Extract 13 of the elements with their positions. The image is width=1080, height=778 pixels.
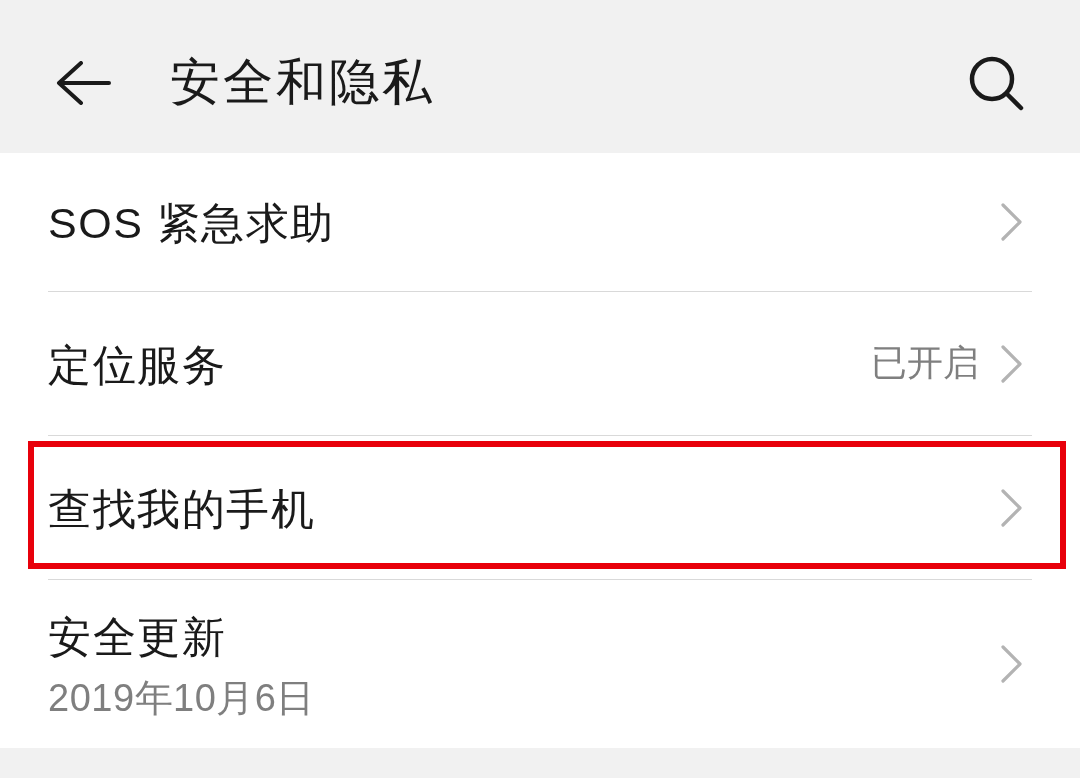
chevron-right-icon <box>1001 344 1023 383</box>
search-icon[interactable] <box>968 54 1024 111</box>
setting-label[interactable]: 查找我的手机 <box>48 480 315 539</box>
setting-label[interactable]: 安全更新 <box>48 608 226 667</box>
chevron-right-icon <box>1001 203 1023 241</box>
back-arrow-icon[interactable] <box>55 60 111 105</box>
setting-subtitle: 2019年10月6日 <box>48 675 315 721</box>
page-title: 安全和隐私 <box>170 53 435 112</box>
chevron-right-icon <box>1001 488 1023 527</box>
chevron-right-icon <box>1001 645 1023 683</box>
setting-value: 已开启 <box>871 341 979 385</box>
setting-label[interactable]: SOS 紧急求助 <box>48 195 335 253</box>
setting-label[interactable]: 定位服务 <box>48 336 226 395</box>
